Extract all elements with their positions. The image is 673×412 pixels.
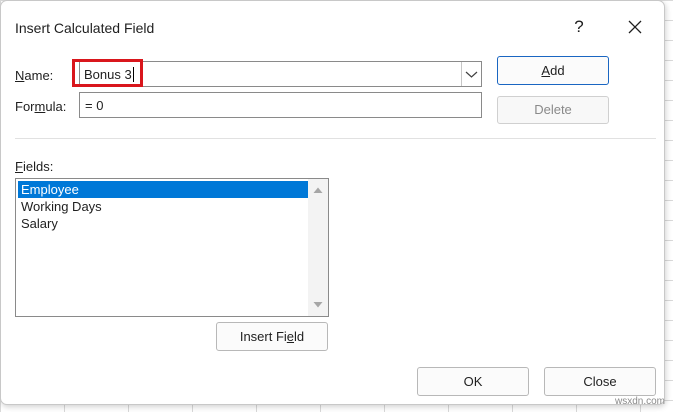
- list-item-employee[interactable]: Employee: [18, 181, 308, 198]
- close-x-glyph: [628, 20, 642, 34]
- formula-input[interactable]: = 0: [79, 92, 482, 118]
- chevron-down-icon: [465, 71, 478, 78]
- fields-label-rest: ields:: [22, 159, 54, 174]
- text-caret: [132, 67, 134, 82]
- name-label-accel: N: [15, 68, 25, 83]
- fields-scrollbar[interactable]: [308, 179, 328, 316]
- insert-calculated-field-dialog: Insert Calculated Field ? Name: Bonus 3 …: [0, 0, 665, 405]
- close-icon[interactable]: [623, 15, 647, 39]
- separator-line: [15, 138, 656, 139]
- formula-label-accel: m: [34, 99, 46, 114]
- close-button[interactable]: Close: [544, 367, 656, 396]
- name-dropdown-button[interactable]: [461, 62, 481, 86]
- name-input-value[interactable]: Bonus 3: [84, 67, 134, 82]
- list-item-working-days[interactable]: Working Days: [18, 198, 308, 215]
- formula-label-pre: For: [15, 99, 35, 114]
- ok-button[interactable]: OK: [417, 367, 529, 396]
- scroll-up-icon[interactable]: [312, 184, 324, 196]
- scroll-down-icon[interactable]: [312, 299, 324, 311]
- delete-button[interactable]: Delete: [497, 96, 609, 124]
- help-icon[interactable]: ?: [569, 15, 589, 39]
- watermark-text: wsxdn.com: [615, 396, 666, 407]
- insert-field-accel: e: [286, 329, 295, 344]
- add-button[interactable]: Add: [497, 56, 609, 85]
- name-combobox[interactable]: Bonus 3: [79, 61, 482, 87]
- name-label: Name:: [15, 68, 53, 83]
- insert-field-pre: Insert Fi: [239, 329, 287, 344]
- fields-label: Fields:: [15, 159, 53, 174]
- insert-field-button[interactable]: Insert Field: [216, 322, 328, 351]
- formula-label-post: ula:: [45, 99, 67, 114]
- fields-listbox[interactable]: Employee Working Days Salary: [15, 178, 329, 317]
- list-item-salary[interactable]: Salary: [18, 215, 308, 232]
- insert-field-post: ld: [294, 329, 305, 344]
- add-button-rest: dd: [550, 63, 565, 78]
- dialog-title: Insert Calculated Field: [15, 20, 155, 36]
- fields-label-accel: F: [15, 159, 23, 174]
- formula-input-value: = 0: [85, 98, 104, 113]
- name-input-text: Bonus 3: [84, 67, 132, 82]
- formula-label: Formula:: [15, 99, 66, 114]
- name-label-rest: ame:: [24, 68, 54, 83]
- add-button-accel: A: [541, 63, 551, 78]
